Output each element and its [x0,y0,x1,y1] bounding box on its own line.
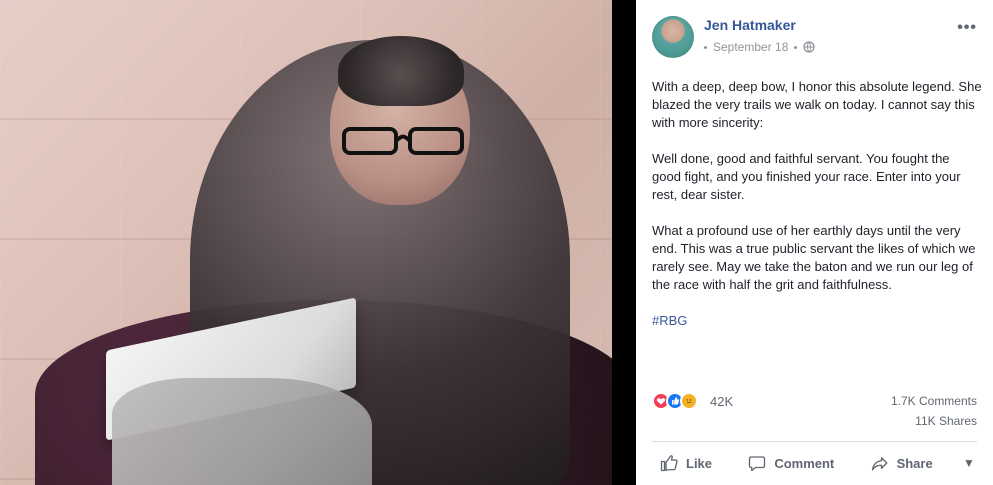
dropdown-caret-icon[interactable]: ▼ [961,455,977,471]
comment-button[interactable]: Comment [740,446,842,480]
reaction-count[interactable]: 42K [710,394,733,409]
author-name[interactable]: Jen Hatmaker [704,17,796,33]
post-lightbox: Jen Hatmaker September 18 ••• With a dee… [0,0,993,485]
post-paragraph: What a profound use of her earthly days … [652,223,976,292]
post-photo[interactable] [0,0,612,485]
meta-separator-dot [704,45,707,49]
comment-label: Comment [774,455,835,471]
like-button[interactable]: Like [652,446,720,480]
reaction-icons[interactable] [652,392,698,410]
person-hair-shape [338,36,464,106]
pants-shape [112,378,372,485]
photo-area[interactable] [0,0,636,485]
more-options-icon[interactable]: ••• [957,19,977,37]
post-paragraph: Well done, good and faithful servant. Yo… [652,151,961,202]
share-arrow-icon [871,457,887,471]
share-button[interactable]: Share [863,446,941,480]
post-header: Jen Hatmaker September 18 ••• [652,16,977,60]
comment-bubble-icon [749,456,766,472]
thumbs-up-icon [660,455,678,472]
share-label: Share [896,455,933,471]
author-avatar[interactable] [652,16,694,58]
photo-gutter [612,0,636,485]
hashtag-link[interactable]: #RBG [652,312,982,330]
comments-count-link[interactable]: 1.7K Comments [891,394,977,408]
sad-reaction-icon[interactable] [680,392,698,410]
post-body: With a deep, deep bow, I honor this abso… [652,78,982,330]
post-meta: September 18 [704,40,816,54]
glasses-shape [342,127,464,155]
post-paragraph: With a deep, deep bow, I honor this abso… [652,79,982,130]
actions-divider [652,441,977,442]
reactions-bar: 42K 1.7K Comments 11K Shares [652,392,977,432]
meta-separator-dot [794,45,798,49]
post-actions: Like Comment Share ▼ [652,446,977,480]
post-panel: Jen Hatmaker September 18 ••• With a dee… [636,0,993,485]
shares-count-link[interactable]: 11K Shares [915,414,977,428]
like-label: Like [686,455,713,471]
globe-icon [803,41,816,53]
post-date[interactable]: September 18 [713,40,788,54]
